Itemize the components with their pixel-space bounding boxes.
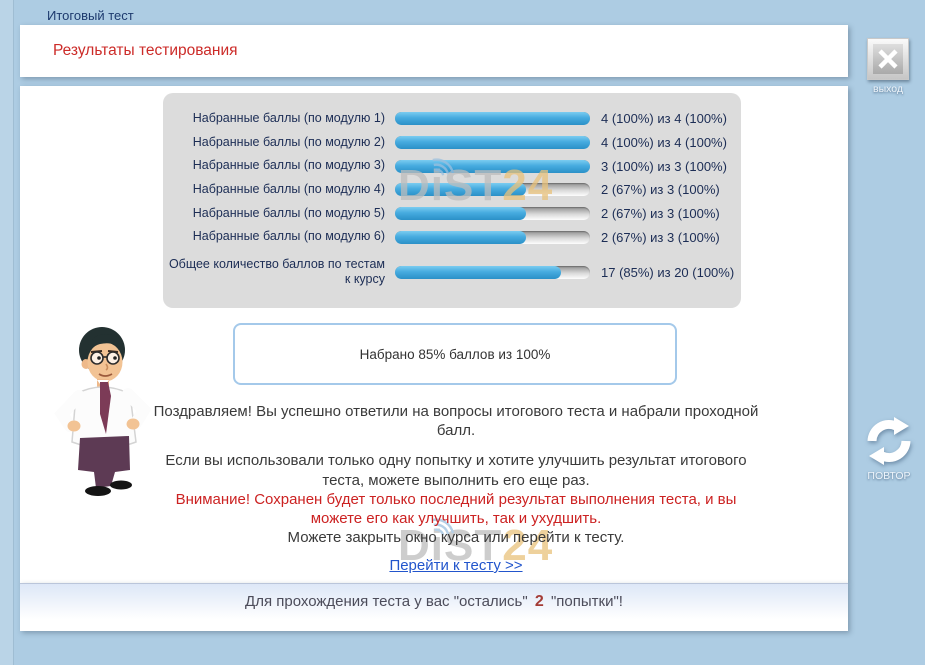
result-label: Набранные баллы (по модулю 1) bbox=[163, 111, 385, 127]
results-panel: Набранные баллы (по модулю 1) 4 (100%) из… bbox=[163, 93, 741, 308]
go-to-test-link[interactable]: Перейти к тесту >> bbox=[389, 557, 522, 574]
link-row: Перейти к тесту >> bbox=[150, 557, 762, 575]
score-summary-box: Набрано 85% баллов из 100% bbox=[233, 323, 677, 385]
progress-bar bbox=[395, 112, 590, 125]
result-value: 3 (100%) из 3 (100%) bbox=[601, 159, 727, 174]
result-row: Набранные баллы (по модулю 4) 2 (67%) из … bbox=[163, 178, 741, 202]
refresh-icon[interactable] bbox=[863, 415, 915, 467]
result-label: Набранные баллы (по модулю 6) bbox=[163, 229, 385, 245]
attempts-bar: Для прохождения теста у вас "остались" 2… bbox=[20, 583, 848, 631]
progress-bar bbox=[395, 136, 590, 149]
result-value: 2 (67%) из 3 (100%) bbox=[601, 230, 720, 245]
exit-button-label: выход bbox=[864, 83, 912, 95]
presenter-avatar bbox=[36, 320, 166, 505]
page-title: Результаты тестирования bbox=[53, 42, 238, 60]
result-label: Набранные баллы (по модулю 5) bbox=[163, 206, 385, 222]
exit-button-frame[interactable] bbox=[867, 38, 909, 80]
result-label: Набранные баллы (по модулю 2) bbox=[163, 135, 385, 151]
result-label: Общее количество баллов по тестам к курс… bbox=[163, 257, 385, 288]
result-value: 4 (100%) из 4 (100%) bbox=[601, 111, 727, 126]
progress-bar-fill bbox=[395, 266, 561, 279]
results-rows: Набранные баллы (по модулю 1) 4 (100%) из… bbox=[163, 93, 741, 290]
progress-bar bbox=[395, 183, 590, 196]
attempts-text-before: Для прохождения теста у вас "остались" bbox=[245, 593, 528, 610]
progress-bar bbox=[395, 266, 590, 279]
result-value: 4 (100%) из 4 (100%) bbox=[601, 135, 727, 150]
exit-button[interactable]: выход bbox=[864, 38, 912, 95]
result-row: Набранные баллы (по модулю 1) 4 (100%) из… bbox=[163, 107, 741, 131]
progress-bar-fill bbox=[395, 207, 526, 220]
close-icon[interactable] bbox=[873, 44, 903, 74]
window-title: Итоговый тест bbox=[47, 8, 134, 23]
congrats-text: Поздравляем! Вы успешно ответили на вопр… bbox=[150, 402, 762, 440]
attempts-text-after: "попытки"! bbox=[551, 593, 623, 610]
progress-bar bbox=[395, 207, 590, 220]
result-row: Набранные баллы (по модулю 3) 3 (100%) из… bbox=[163, 154, 741, 178]
result-row: Набранные баллы (по модулю 2) 4 (100%) из… bbox=[163, 131, 741, 155]
result-label: Набранные баллы (по модулю 3) bbox=[163, 158, 385, 174]
result-row: Набранные баллы (по модулю 5) 2 (67%) из … bbox=[163, 202, 741, 226]
repeat-button-label: ПОВТОР bbox=[860, 470, 918, 482]
header-bar: Результаты тестирования bbox=[20, 25, 848, 77]
closing-text: Можете закрыть окно курса или перейти к … bbox=[150, 528, 762, 547]
progress-bar bbox=[395, 160, 590, 173]
progress-bar-fill bbox=[395, 160, 590, 173]
progress-bar-fill bbox=[395, 231, 526, 244]
result-value: 17 (85%) из 20 (100%) bbox=[601, 265, 734, 280]
retry-info-text: Если вы использовали только одну попытку… bbox=[150, 451, 762, 489]
result-row: Набранные баллы (по модулю 6) 2 (67%) из … bbox=[163, 225, 741, 249]
repeat-button[interactable]: ПОВТОР bbox=[860, 415, 918, 482]
score-summary-text: Набрано 85% баллов из 100% bbox=[360, 347, 551, 362]
progress-bar bbox=[395, 231, 590, 244]
progress-bar-fill bbox=[395, 183, 526, 196]
result-label: Набранные баллы (по модулю 4) bbox=[163, 182, 385, 198]
warning-text: Внимание! Сохранен будет только последни… bbox=[150, 490, 762, 528]
result-message: Поздравляем! Вы успешно ответили на вопр… bbox=[150, 402, 762, 547]
result-value: 2 (67%) из 3 (100%) bbox=[601, 182, 720, 197]
attempts-count: 2 bbox=[535, 593, 544, 610]
progress-bar-fill bbox=[395, 112, 590, 125]
result-value: 2 (67%) из 3 (100%) bbox=[601, 206, 720, 221]
window-frame-edge bbox=[0, 0, 14, 665]
progress-bar-fill bbox=[395, 136, 590, 149]
result-row: Общее количество баллов по тестам к курс… bbox=[163, 254, 741, 290]
